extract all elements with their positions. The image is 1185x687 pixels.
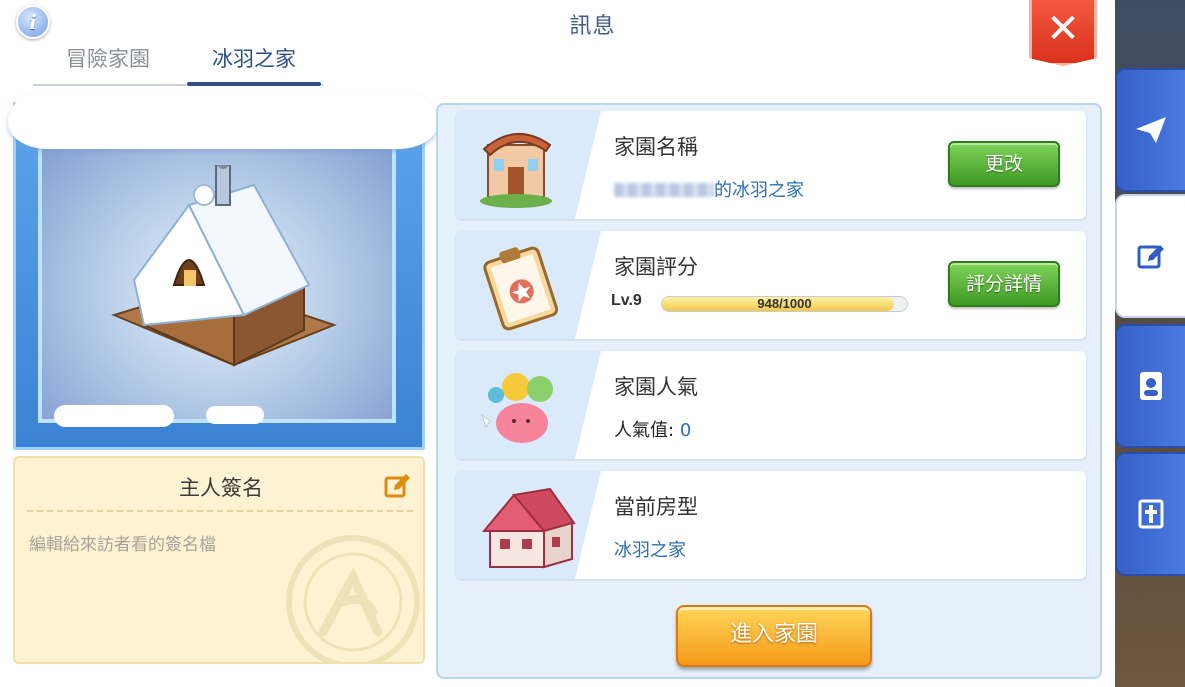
- redacted-owner-name: [614, 183, 714, 197]
- send-icon: [1136, 117, 1166, 143]
- owner-signature-card: 主人簽名 編輯給來訪者看的簽名檔: [13, 456, 425, 664]
- tab-adventure-home[interactable]: 冒險家園: [33, 44, 183, 82]
- guild-emblem-icon: [1138, 499, 1164, 529]
- home-name-label: 家園名稱: [614, 135, 698, 159]
- pink-house-icon: [481, 487, 576, 569]
- contact-book-icon: [1140, 372, 1162, 400]
- dialog-title: 訊息: [569, 14, 616, 39]
- clipboard-rating-icon: [483, 246, 559, 331]
- active-tab-indicator: [187, 82, 321, 86]
- rename-button[interactable]: 更改: [948, 141, 1060, 187]
- popularity-value-line: 人氣值: 0: [614, 420, 692, 441]
- home-popularity-label: 家園人氣: [614, 375, 698, 399]
- side-tab-edit[interactable]: [1115, 194, 1185, 318]
- side-tab-guild[interactable]: [1115, 452, 1185, 576]
- poring-group-icon: [481, 373, 553, 443]
- home-preview-frame: [8, 93, 438, 450]
- signature-divider: [27, 510, 413, 512]
- edit-signature-icon[interactable]: [383, 472, 411, 500]
- signature-placeholder[interactable]: 編輯給來訪者看的簽名檔: [29, 530, 216, 555]
- house-type-row: 當前房型 冰羽之家: [456, 471, 1086, 579]
- home-rating-label: 家園評分: [614, 255, 698, 279]
- snow-house-illustration: [111, 165, 337, 367]
- close-icon: ✕: [1046, 5, 1080, 52]
- home-info-panel: 家園名稱 的冰羽之家 更改 家園評分 Lv.9 948/1000 評分詳情 家園…: [436, 103, 1102, 679]
- rating-progress-bar: 948/1000: [661, 296, 908, 312]
- rating-details-button[interactable]: 評分詳情: [948, 261, 1060, 307]
- tab-bar: 冒險家園 冰羽之家: [33, 40, 323, 86]
- home-name-value: 的冰羽之家: [614, 176, 804, 202]
- home-preview-image: [38, 129, 396, 423]
- edit-icon: [1137, 245, 1164, 269]
- side-tab-send[interactable]: [1115, 68, 1185, 192]
- house-type-value: 冰羽之家: [614, 540, 686, 561]
- snow-cap-decoration: [8, 93, 438, 149]
- rating-progress-text: 948/1000: [757, 296, 812, 311]
- ro-stamp-watermark: [286, 535, 420, 662]
- home-level: Lv.9: [611, 292, 642, 309]
- home-rating-row: 家園評分 Lv.9 948/1000 評分詳情: [456, 231, 1086, 339]
- home-popularity-row: 家園人氣 人氣值: 0: [456, 351, 1086, 459]
- tab-ice-feather-home[interactable]: 冰羽之家: [187, 44, 321, 86]
- home-name-row: 家園名稱 的冰羽之家 更改: [456, 111, 1086, 219]
- home-info-dialog: i 訊息 冒險家園 冰羽之家 主人簽名 編輯給來訪者看的簽名檔 家園名稱 的冰羽…: [0, 0, 1115, 687]
- side-tab-contacts[interactable]: [1115, 324, 1185, 448]
- popularity-value: 0: [679, 420, 692, 441]
- close-button[interactable]: ✕: [1029, 0, 1097, 66]
- house-type-label: 當前房型: [614, 495, 698, 519]
- house-front-icon: [480, 132, 552, 208]
- enter-home-button[interactable]: 進入家園: [676, 605, 872, 667]
- signature-title: 主人簽名: [179, 476, 263, 500]
